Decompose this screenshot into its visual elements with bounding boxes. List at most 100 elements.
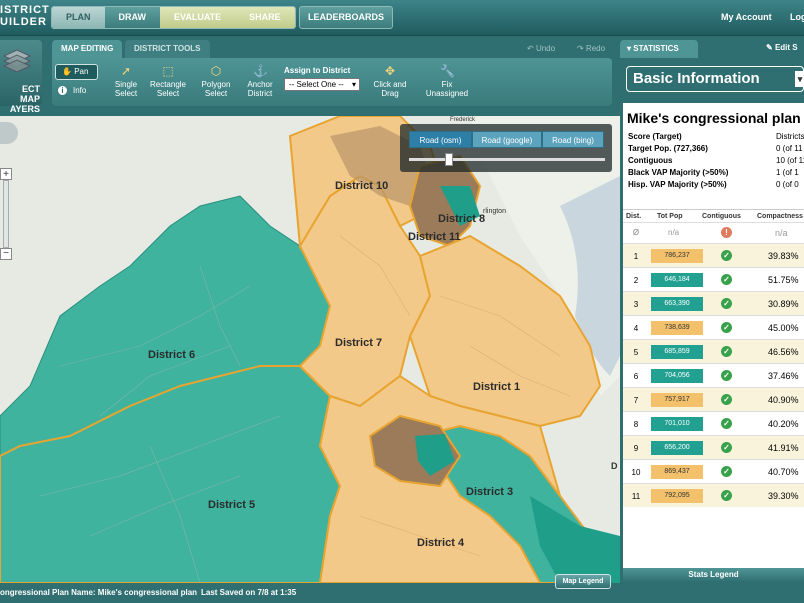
table-row[interactable]: 5 685,859 ✓ 46.56% xyxy=(623,339,804,363)
last-saved-text: Last Saved on 7/8 at 1:35 xyxy=(201,588,297,597)
label-district-10: District 10 xyxy=(335,180,388,192)
anchor-district-tool[interactable]: ⚓ Anchor District xyxy=(242,64,278,98)
row-dist: 5 xyxy=(633,348,639,357)
opacity-slider[interactable] xyxy=(409,153,605,166)
row-compactness: 30.89% xyxy=(768,299,799,309)
row-pop: 757,917 xyxy=(651,393,703,407)
stats-table-header: Dist. Tot Pop Contiguous Compactness xyxy=(623,209,804,222)
fix-unassigned-line-2: Unassigned xyxy=(425,89,469,98)
undo-icon: ↶ xyxy=(527,44,536,53)
redo-button[interactable]: ↷ Redo xyxy=(577,44,605,53)
label-district-5: District 5 xyxy=(208,499,255,511)
row-compactness: 40.70% xyxy=(768,467,799,477)
rectangle-select-tool[interactable]: ⬚ Rectangle Select xyxy=(146,64,190,98)
table-row-unassigned[interactable]: Ø n/a ! n/a xyxy=(623,222,804,242)
summary-label: Target Pop. (727,366) xyxy=(628,144,708,153)
pan-button[interactable]: ✋ Pan xyxy=(55,64,98,80)
anchor-icon: ⚓ xyxy=(253,64,268,78)
row-dist: 9 xyxy=(633,444,639,453)
leaderboards-button[interactable]: LEADERBOARDS xyxy=(299,6,393,29)
polygon-select-line-2: Select xyxy=(204,89,228,98)
label-frederick: Frederick xyxy=(450,117,476,123)
summary-row: Target Pop. (727,366) 0 (of 11 xyxy=(628,144,804,153)
check-icon: ✓ xyxy=(721,418,732,429)
zoom-slider[interactable] xyxy=(3,180,9,248)
check-icon: ✓ xyxy=(721,322,732,333)
map-canvas[interactable]: District 10 District 8 District 11 Distr… xyxy=(0,116,620,583)
basemap-road-google[interactable]: Road (google) xyxy=(472,131,542,148)
table-row[interactable]: 3 663,390 ✓ 30.89% xyxy=(623,291,804,315)
stats-legend-button[interactable]: Stats Legend xyxy=(623,568,804,582)
logo-line-2: UILDER xyxy=(0,16,47,28)
row-dist: 7 xyxy=(633,396,639,405)
info-button[interactable]: i Info xyxy=(58,86,86,95)
zoom-out-button[interactable]: − xyxy=(0,248,12,260)
summary-label: Score (Target) xyxy=(628,132,682,141)
basemap-road-osm[interactable]: Road (osm) xyxy=(409,131,472,148)
map-legend-button[interactable]: Map Legend xyxy=(555,574,611,589)
stats-view-select[interactable]: Basic Information ▾ xyxy=(626,66,804,92)
row-pop: n/a xyxy=(668,228,680,237)
step-evaluate[interactable]: EVALUATE xyxy=(160,7,236,28)
row-pop: 685,859 xyxy=(651,345,703,359)
col-compactness: Compactness xyxy=(757,213,803,220)
table-row[interactable]: 8 701,010 ✓ 40.20% xyxy=(623,411,804,435)
opacity-slider-knob[interactable] xyxy=(445,153,453,166)
tab-map-editing[interactable]: MAP EDITING xyxy=(52,40,123,58)
table-row[interactable]: 11 792,095 ✓ 39.30% xyxy=(623,483,804,507)
label-arlington: rlington xyxy=(483,208,506,215)
table-row[interactable]: 7 757,917 ✓ 40.90% xyxy=(623,387,804,411)
map-layers-line-1: ECT MAP xyxy=(20,84,40,104)
summary-row: Hisp. VAP Majority (>50%) 0 (of 0 xyxy=(628,180,804,189)
map-toolbar: ECT MAP AYERS MAP EDITING DISTRICT TOOLS… xyxy=(0,36,620,116)
row-compactness: 40.20% xyxy=(768,419,799,429)
district-map[interactable]: District 10 District 8 District 11 Distr… xyxy=(0,116,620,583)
table-row[interactable]: 9 656,200 ✓ 41.91% xyxy=(623,435,804,459)
step-share[interactable]: SHARE xyxy=(235,7,295,28)
summary-value: Districts xyxy=(776,132,804,141)
step-plan[interactable]: PLAN xyxy=(52,7,105,28)
zoom-in-button[interactable]: + xyxy=(0,168,12,180)
fix-unassigned-tool[interactable]: 🔧 Fix Unassigned xyxy=(422,64,472,98)
single-select-line-1: Single xyxy=(114,80,138,89)
assign-district-select[interactable]: -- Select One -- ▾ xyxy=(284,78,360,91)
table-row[interactable]: 4 738,639 ✓ 45.00% xyxy=(623,315,804,339)
statistics-panel: ▾ STATISTICS ✎ Edit S Basic Information ▾… xyxy=(620,36,804,603)
table-row[interactable]: 1 786,237 ✓ 39.83% xyxy=(623,243,804,267)
check-icon: ✓ xyxy=(721,490,732,501)
edit-stats-link[interactable]: ✎ Edit S xyxy=(766,43,798,52)
step-draw[interactable]: DRAW xyxy=(104,7,160,28)
my-account-link[interactable]: My Account xyxy=(721,12,772,22)
redo-icon: ↷ xyxy=(577,44,586,53)
logout-link[interactable]: Log xyxy=(790,12,804,22)
row-pop: 869,437 xyxy=(651,465,703,479)
row-compactness: 46.56% xyxy=(768,347,799,357)
single-select-tool[interactable]: ➚ Single Select xyxy=(112,64,140,98)
tab-district-tools[interactable]: DISTRICT TOOLS xyxy=(125,40,210,58)
rectangle-select-line-1: Rectangle xyxy=(149,80,187,89)
row-compactness: 39.30% xyxy=(768,491,799,501)
table-row[interactable]: 6 704,056 ✓ 37.46% xyxy=(623,363,804,387)
basemap-switcher: Road (osm) Road (google) Road (bing) xyxy=(400,124,612,172)
stats-content: Mike's congressional plan Score (Target)… xyxy=(623,103,804,573)
pan-label: Pan xyxy=(74,67,89,76)
plan-name-text: ongressional Plan Name: Mike's congressi… xyxy=(0,588,198,597)
basemap-road-bing[interactable]: Road (bing) xyxy=(542,131,604,148)
map-layers-line-2: AYERS xyxy=(9,104,40,114)
pan-compass-icon[interactable] xyxy=(0,122,18,144)
rectangle-select-line-2: Select xyxy=(156,89,180,98)
click-and-drag-tool[interactable]: ✥ Click and Drag xyxy=(370,64,410,98)
select-map-layers-button[interactable]: ECT MAP AYERS xyxy=(0,40,42,114)
summary-value: 1 (of 1 xyxy=(776,168,799,177)
plan-title: Mike's congressional plan xyxy=(627,110,801,126)
tab-statistics[interactable]: ▾ STATISTICS xyxy=(620,40,698,58)
check-icon: ✓ xyxy=(721,466,732,477)
polygon-select-tool[interactable]: ⬡ Polygon Select xyxy=(197,64,235,98)
row-compactness: 39.83% xyxy=(768,251,799,261)
table-row[interactable]: 2 646,184 ✓ 51.75% xyxy=(623,267,804,291)
anchor-district-line-1: Anchor xyxy=(247,80,273,89)
table-row[interactable]: 10 869,437 ✓ 40.70% xyxy=(623,459,804,483)
row-compactness: 40.90% xyxy=(768,395,799,405)
top-bar: ISTRICT UILDER PLAN DRAW EVALUATE SHARE … xyxy=(0,0,804,36)
undo-button[interactable]: ↶ Undo xyxy=(527,44,555,53)
